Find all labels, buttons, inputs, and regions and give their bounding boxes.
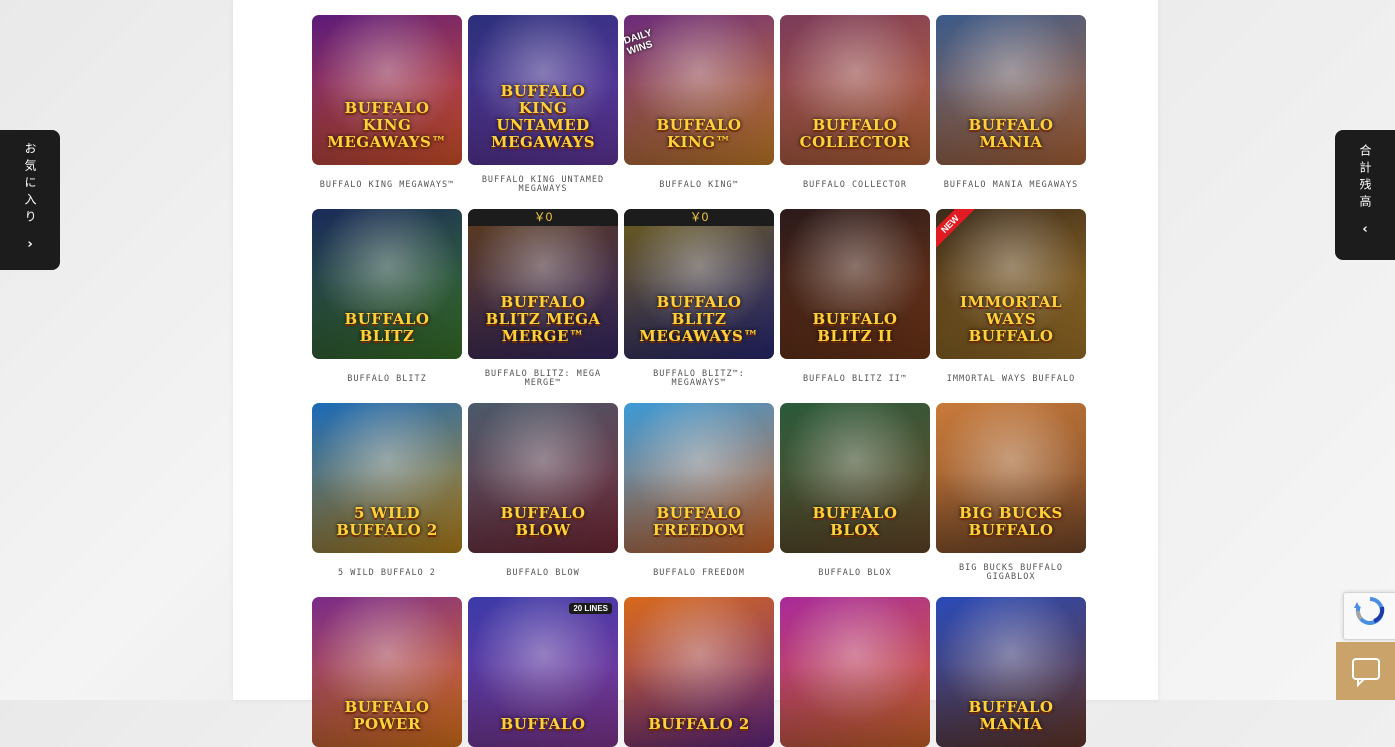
game-title[interactable]: BUFFALO BLITZ™: MEGAWAYS™ xyxy=(624,368,774,390)
game-logo-text: 5 WILD BUFFALO 2 xyxy=(318,505,456,539)
game-thumbnail[interactable]: BUFFALO FREEDOM xyxy=(624,403,774,553)
game-thumbnail[interactable]: BUFFALO 20 LINES xyxy=(468,597,618,747)
favorites-tab[interactable]: お気に入り › xyxy=(0,130,60,270)
game-logo-text: BUFFALO KING MEGAWAYS™ xyxy=(318,100,456,151)
chevron-left-icon: ‹ xyxy=(1362,222,1367,237)
game-thumbnail[interactable]: BUFFALO BLITZ II xyxy=(780,209,930,359)
game-title[interactable]: 5 WILD BUFFALO 2 xyxy=(312,562,462,584)
game-thumbnail[interactable]: BUFFALO KING UNTAMED MEGAWAYS xyxy=(468,15,618,165)
game-title[interactable]: BUFFALO FREEDOM xyxy=(624,562,774,584)
game-logo-text: BUFFALO POWER xyxy=(318,699,456,733)
lines-badge: 20 LINES xyxy=(569,603,612,614)
game-thumbnail[interactable] xyxy=(780,597,930,747)
game-thumbnail[interactable]: BUFFALO BLITZ MEGAWAYS™ ￥0 xyxy=(624,209,774,359)
game-title[interactable]: BUFFALO BLITZ xyxy=(312,368,462,390)
game-logo-text: BUFFALO BLITZ II xyxy=(786,311,924,345)
game-logo-text: BUFFALO xyxy=(474,716,612,733)
game-logo-text: BUFFALO BLITZ MEGA MERGE™ xyxy=(474,294,612,345)
game-logo-text: BUFFALO FREEDOM xyxy=(630,505,768,539)
game-thumbnail[interactable]: IMMORTAL WAYS BUFFALONEW xyxy=(936,209,1086,359)
game-title[interactable]: BUFFALO BLITZ: MEGA MERGE™ xyxy=(468,368,618,390)
game-thumbnail[interactable]: BUFFALO BLOX xyxy=(780,403,930,553)
game-title[interactable]: BUFFALO BLOX xyxy=(780,562,930,584)
game-thumbnail[interactable]: BUFFALO BLOW xyxy=(468,403,618,553)
chat-icon xyxy=(1336,642,1395,700)
game-logo-text: IMMORTAL WAYS BUFFALO xyxy=(942,294,1080,345)
game-title[interactable]: BUFFALO COLLECTOR xyxy=(780,174,930,196)
game-title[interactable]: BIG BUCKS BUFFALO GIGABLOX xyxy=(936,562,1086,584)
favorites-label: お気に入り xyxy=(23,142,37,227)
game-logo-text: BUFFALO 2 xyxy=(630,716,768,733)
game-title[interactable]: BUFFALO KING UNTAMED MEGAWAYS xyxy=(468,174,618,196)
game-title[interactable]: BUFFALO BLITZ II™ xyxy=(780,368,930,390)
game-thumbnail[interactable]: BUFFALO BLITZ xyxy=(312,209,462,359)
game-thumbnail[interactable]: BIG BUCKS BUFFALO xyxy=(936,403,1086,553)
recaptcha-badge[interactable] xyxy=(1343,592,1395,640)
game-logo-text: BUFFALO BLITZ MEGAWAYS™ xyxy=(630,294,768,345)
recaptcha-icon xyxy=(1344,593,1395,629)
game-logo-text: BUFFALO KING™ xyxy=(630,117,768,151)
game-logo-text: BUFFALO COLLECTOR xyxy=(786,117,924,151)
game-thumbnail[interactable]: BUFFALO KING MEGAWAYS™ xyxy=(312,15,462,165)
game-thumbnail[interactable]: BUFFALO COLLECTOR xyxy=(780,15,930,165)
jackpot-amount: ￥0 xyxy=(468,209,618,226)
chevron-right-icon: › xyxy=(27,237,32,252)
game-logo-text: BUFFALO BLITZ xyxy=(318,311,456,345)
game-thumbnail[interactable]: BUFFALO POWER xyxy=(312,597,462,747)
game-title[interactable]: BUFFALO MANIA MEGAWAYS xyxy=(936,174,1086,196)
thumbnail-shade xyxy=(780,665,930,747)
game-thumbnail[interactable]: BUFFALO MANIA xyxy=(936,597,1086,747)
game-thumbnail[interactable]: BUFFALO BLITZ MEGA MERGE™ ￥0 xyxy=(468,209,618,359)
game-title[interactable]: IMMORTAL WAYS BUFFALO xyxy=(936,368,1086,390)
game-logo-text: BUFFALO BLOW xyxy=(474,505,612,539)
game-logo-text: BUFFALO MANIA xyxy=(942,117,1080,151)
game-thumbnail[interactable]: 5 WILD BUFFALO 2 xyxy=(312,403,462,553)
game-title[interactable]: BUFFALO KING™ xyxy=(624,174,774,196)
game-logo-text: BUFFALO BLOX xyxy=(786,505,924,539)
game-thumbnail[interactable]: BUFFALO MANIA xyxy=(936,15,1086,165)
game-title[interactable]: BUFFALO KING MEGAWAYS™ xyxy=(312,174,462,196)
game-thumbnail[interactable]: BUFFALO 2 xyxy=(624,597,774,747)
total-balance-label: 合計残高 xyxy=(1358,144,1372,212)
jackpot-amount: ￥0 xyxy=(624,209,774,226)
game-logo-text: BUFFALO MANIA xyxy=(942,699,1080,733)
thumbnail-shade xyxy=(468,665,618,747)
thumbnail-shade xyxy=(624,665,774,747)
game-title[interactable]: BUFFALO BLOW xyxy=(468,562,618,584)
game-logo-text: BIG BUCKS BUFFALO xyxy=(942,505,1080,539)
total-balance-tab[interactable]: 合計残高 ‹ xyxy=(1335,130,1395,260)
game-thumbnail[interactable]: BUFFALO KING™DAILY WINS xyxy=(624,15,774,165)
game-logo-text: BUFFALO KING UNTAMED MEGAWAYS xyxy=(474,83,612,151)
chat-button[interactable] xyxy=(1336,642,1395,700)
